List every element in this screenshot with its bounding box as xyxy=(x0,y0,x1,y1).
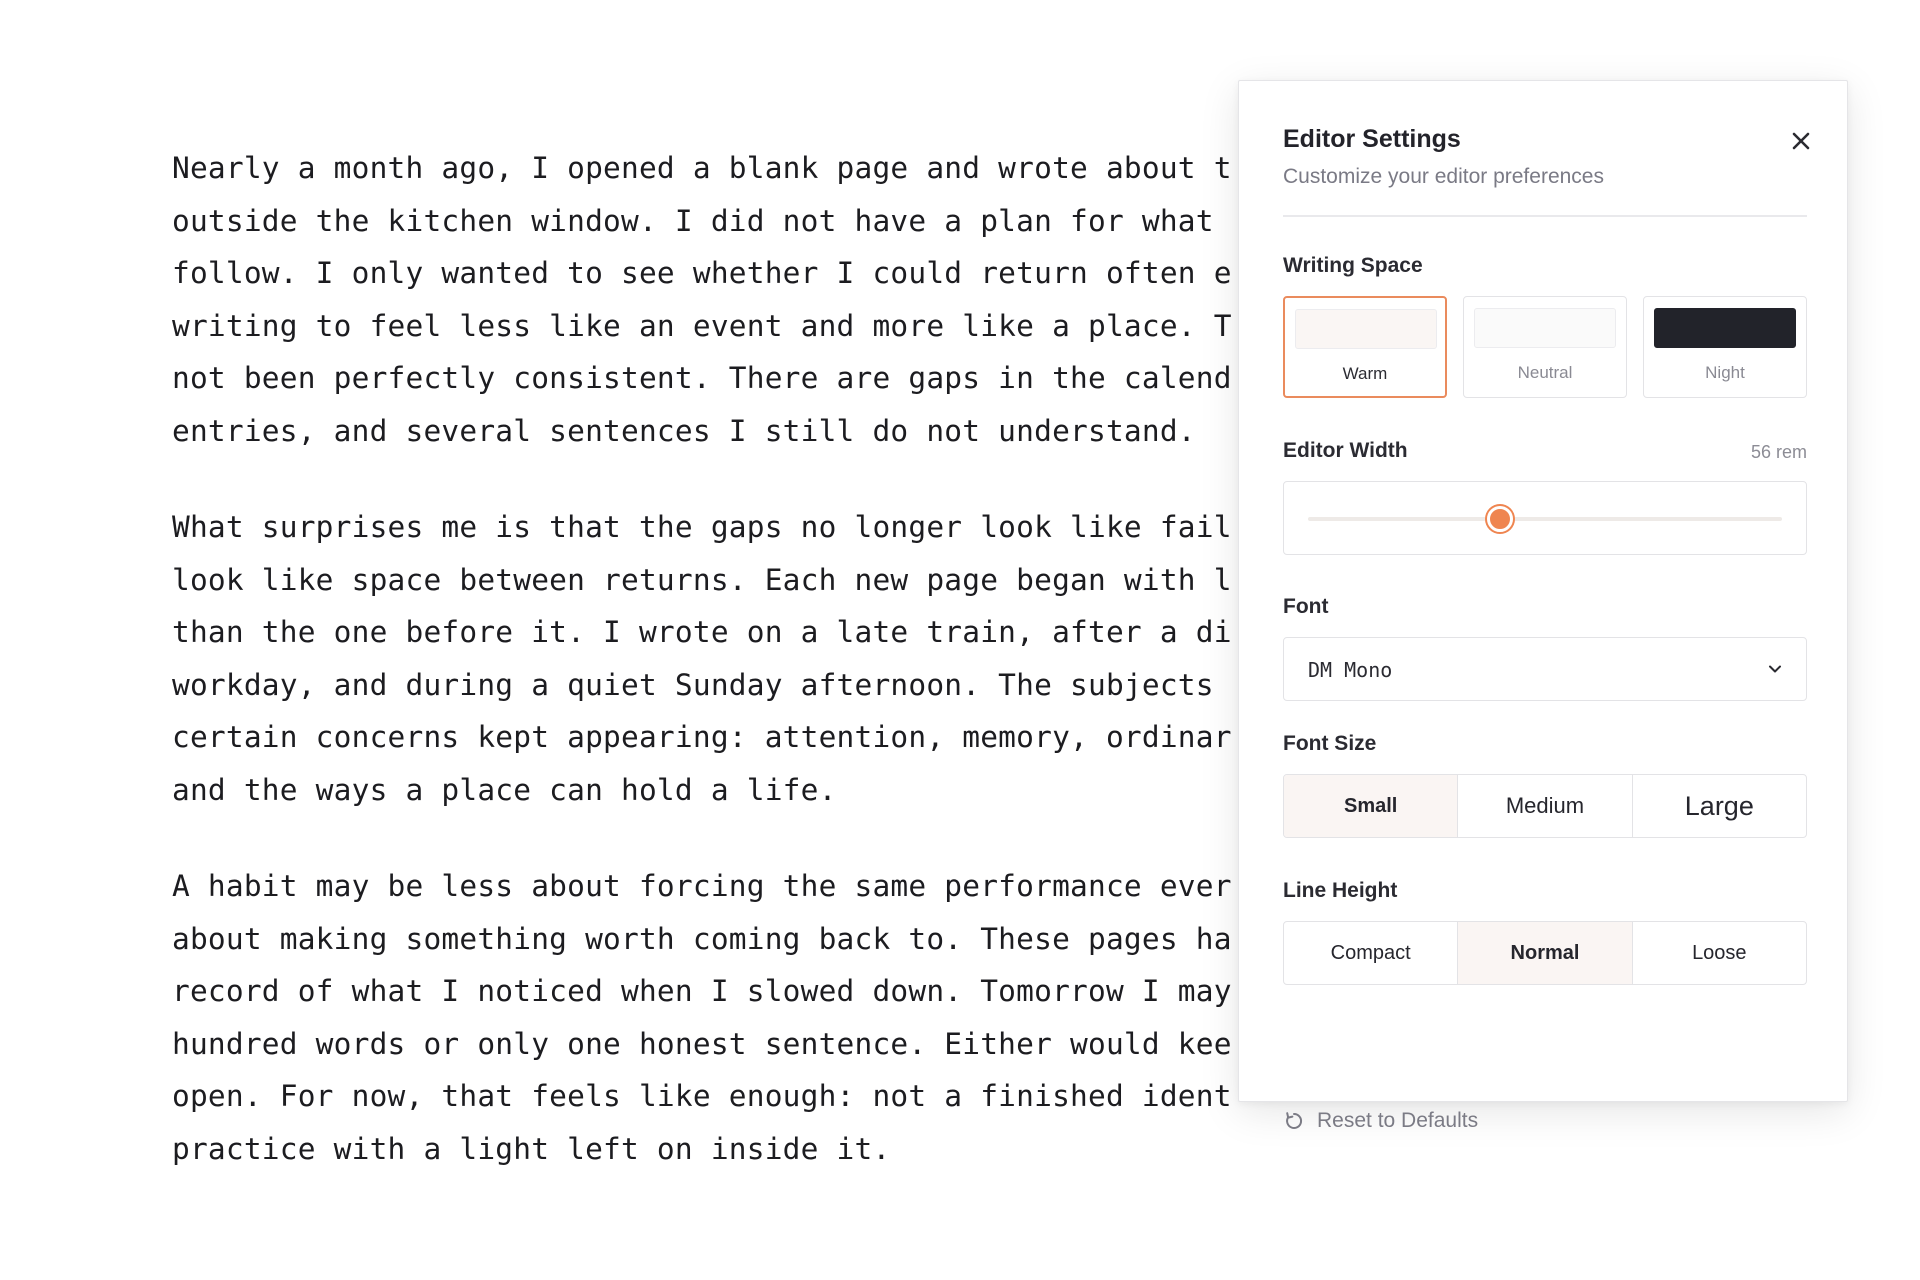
editor-width-slider-thumb[interactable] xyxy=(1486,506,1513,532)
panel-subtitle: Customize your editor preferences xyxy=(1283,165,1604,188)
writing-space-night-label: Night xyxy=(1705,363,1745,382)
font-label: Font xyxy=(1283,595,1329,618)
editor-settings-panel: Editor Settings Customize your editor pr… xyxy=(1238,80,1848,1132)
writing-space-neutral-label: Neutral xyxy=(1517,363,1573,382)
font-size-label: Font Size xyxy=(1283,732,1377,755)
font-select[interactable]: DM Mono xyxy=(1283,637,1807,701)
font-size-large-button[interactable]: Large xyxy=(1633,775,1806,837)
chevron-down-icon xyxy=(1769,665,1781,673)
text-line: practice with a light left on inside it. xyxy=(172,1131,891,1166)
font-size-small-button[interactable]: Small xyxy=(1284,775,1459,837)
panel-title: Editor Settings xyxy=(1283,125,1461,153)
line-height-label: Line Height xyxy=(1283,879,1398,902)
font-size-medium-button[interactable]: Medium xyxy=(1458,775,1633,837)
writing-space-label: Writing Space xyxy=(1283,254,1423,277)
editor-width-value: 56 rem xyxy=(1750,442,1807,462)
editor-width-slider-container xyxy=(1283,481,1807,555)
header-divider xyxy=(1283,215,1807,217)
close-icon xyxy=(1792,132,1810,150)
close-button[interactable] xyxy=(1783,123,1819,159)
line-height-segmented-control: Compact Normal Loose xyxy=(1283,921,1807,985)
swatch-neutral xyxy=(1474,308,1616,348)
line-height-normal-button[interactable]: Normal xyxy=(1458,922,1633,984)
reset-icon xyxy=(1286,1112,1303,1129)
line-height-compact-button[interactable]: Compact xyxy=(1284,922,1459,984)
font-select-value: DM Mono xyxy=(1308,658,1393,682)
line-height-loose-button[interactable]: Loose xyxy=(1633,922,1806,984)
swatch-night xyxy=(1654,308,1796,348)
editor-width-slider-track[interactable] xyxy=(1308,517,1782,521)
writing-space-options: Warm Neutral Night xyxy=(1283,296,1807,398)
writing-space-neutral[interactable]: Neutral xyxy=(1463,296,1627,398)
writing-space-warm-label: Warm xyxy=(1342,364,1388,383)
reset-label: Reset to Defaults xyxy=(1317,1109,1479,1132)
swatch-warm xyxy=(1295,309,1437,349)
font-size-segmented-control: Small Medium Large xyxy=(1283,774,1807,838)
editor-width-label: Editor Width xyxy=(1283,439,1408,462)
writing-space-warm[interactable]: Warm xyxy=(1283,296,1447,398)
reset-to-defaults-button[interactable]: Reset to Defaults xyxy=(1283,1107,1478,1135)
writing-space-night[interactable]: Night xyxy=(1643,296,1807,398)
